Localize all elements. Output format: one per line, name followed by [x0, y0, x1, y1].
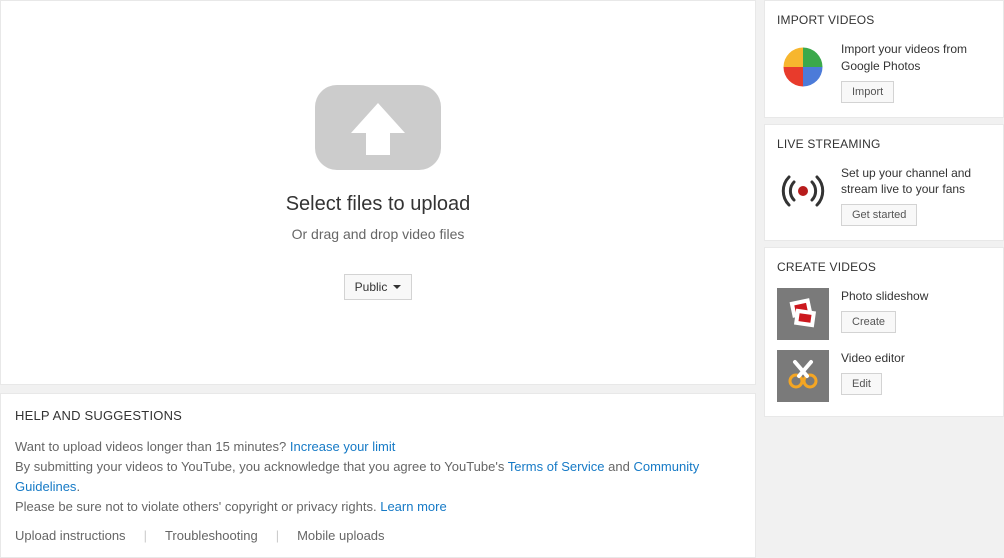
google-photos-icon [777, 41, 829, 93]
live-streaming-title: LIVE STREAMING [777, 137, 991, 151]
help-line1-text: Want to upload videos longer than 15 min… [15, 439, 290, 454]
help-title: HELP AND SUGGESTIONS [15, 408, 741, 423]
live-icon [777, 165, 829, 217]
upload-title: Select files to upload [286, 193, 471, 216]
help-line2-pre: By submitting your videos to YouTube, yo… [15, 459, 508, 474]
photo-slideshow-title: Photo slideshow [841, 288, 991, 305]
import-videos-text: Import your videos from Google Photos [841, 41, 991, 75]
increase-limit-link[interactable]: Increase your limit [290, 439, 395, 454]
video-editor-title: Video editor [841, 350, 991, 367]
video-editor-icon [777, 350, 829, 402]
privacy-select-label: Public [355, 280, 388, 294]
help-line3-pre: Please be sure not to violate others' co… [15, 499, 380, 514]
live-streaming-card: LIVE STREAMING Set up your channel and s… [764, 124, 1004, 242]
terms-of-service-link[interactable]: Terms of Service [508, 459, 605, 474]
help-suggestions-box: HELP AND SUGGESTIONS Want to upload vide… [0, 393, 756, 558]
create-slideshow-button[interactable]: Create [841, 311, 896, 333]
learn-more-link[interactable]: Learn more [380, 499, 446, 514]
import-videos-title: IMPORT VIDEOS [777, 13, 991, 27]
import-button[interactable]: Import [841, 81, 894, 103]
edit-video-button[interactable]: Edit [841, 373, 882, 395]
slideshow-icon [777, 288, 829, 340]
create-videos-title: CREATE VIDEOS [777, 260, 991, 274]
upload-dropzone[interactable]: Select files to upload Or drag and drop … [0, 0, 756, 385]
upload-cloud-icon [315, 85, 441, 173]
import-videos-card: IMPORT VIDEOS Import your videos from Go… [764, 0, 1004, 118]
live-streaming-text: Set up your channel and stream live to y… [841, 165, 991, 199]
help-line2-end: . [76, 479, 80, 494]
help-line2-and: and [605, 459, 634, 474]
chevron-down-icon [393, 285, 401, 289]
get-started-button[interactable]: Get started [841, 204, 917, 226]
upload-subtitle: Or drag and drop video files [292, 226, 465, 242]
privacy-select-button[interactable]: Public [344, 274, 413, 300]
create-videos-card: CREATE VIDEOS Photo slideshow Create [764, 247, 1004, 417]
